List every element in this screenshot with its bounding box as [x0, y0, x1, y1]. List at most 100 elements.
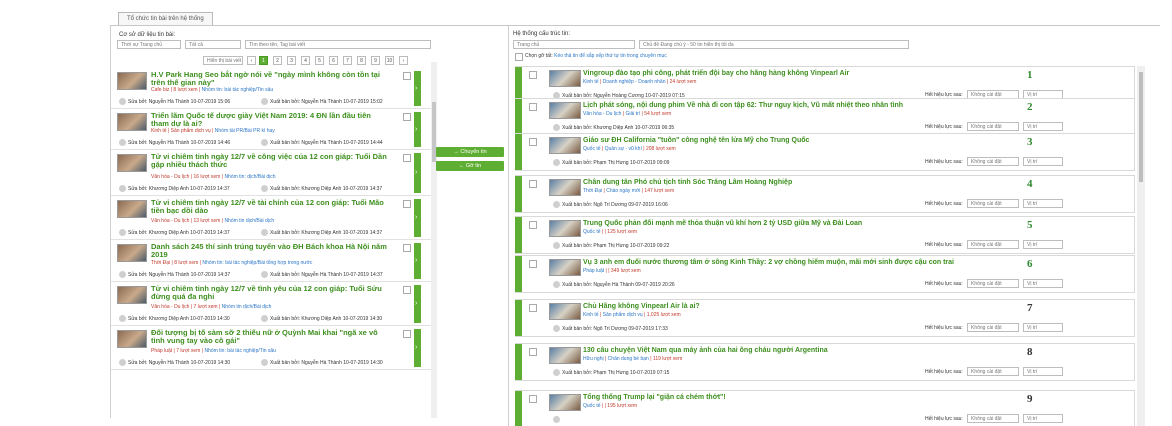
news-list-item[interactable]: Đối tượng bị tố sàm sỡ 2 thiếu nữ ở Quỳn… — [111, 326, 433, 370]
effect-select[interactable]: Không cài đặt — [967, 240, 1019, 249]
add-news-handle[interactable] — [414, 112, 421, 147]
structured-news-item[interactable]: Tổng thống Trump lại "giận cá chém thớt"… — [515, 390, 1135, 426]
drag-handle[interactable] — [515, 391, 522, 426]
select-all-checkbox[interactable] — [515, 53, 523, 61]
news-group-link[interactable]: Nhóm tài PR/Bài PR kì hay — [215, 128, 275, 134]
news-title[interactable]: Tổng thống Trump lại "giận cá chém thớt"… — [583, 394, 726, 401]
structured-news-item[interactable]: Vụ 3 anh em đuối nước thương tâm ở sông … — [515, 255, 1135, 293]
news-title[interactable]: Đối tượng bị tố sàm sỡ 2 thiếu nữ ở Quỳn… — [151, 329, 389, 345]
effect-select[interactable]: Không cài đặt — [967, 279, 1019, 288]
news-category[interactable]: Văn hóa - Du lịch — [151, 218, 189, 224]
search-input[interactable]: Tìm theo tên, Tag bài viết — [245, 40, 431, 49]
news-category[interactable]: Kinh tế — [583, 79, 599, 85]
news-list-item[interactable]: H.V Park Hang Seo bắt ngờ nói về "ngày m… — [111, 68, 433, 109]
add-news-handle[interactable] — [414, 243, 421, 279]
effect-select[interactable]: Không cài đặt — [967, 157, 1019, 166]
pager-page[interactable]: 5 — [315, 56, 324, 65]
position-select[interactable]: Vị trí — [1023, 122, 1063, 131]
news-title[interactable]: Danh sách 245 thí sinh trúng tuyển vào Đ… — [151, 243, 389, 259]
pager-prev[interactable]: ‹ — [247, 56, 256, 65]
news-list-item[interactable]: Danh sách 245 thí sinh trúng tuyển vào Đ… — [111, 240, 433, 282]
add-news-handle[interactable] — [414, 329, 421, 367]
news-group-link[interactable]: Nhóm tin: bài tác nghiệp/Tin sâu — [202, 87, 274, 93]
news-category[interactable]: Thời Đại — [583, 188, 602, 194]
news-subcategory[interactable]: Giải trí — [625, 111, 640, 117]
news-checkbox[interactable] — [529, 348, 537, 356]
position-select[interactable]: Vị trí — [1023, 157, 1063, 166]
news-group-link[interactable]: Nhóm tin: bài tác nghiệp/Tin sâu — [204, 348, 276, 354]
news-checkbox[interactable] — [403, 72, 411, 80]
structured-news-item[interactable]: Chân dung tân Phó chủ tịch tỉnh Sóc Trăn… — [515, 175, 1135, 213]
news-title[interactable]: Giáo sư ĐH California "tuôn" công nghệ t… — [583, 137, 809, 144]
pager-page[interactable]: 6 — [329, 56, 338, 65]
news-title[interactable]: Tử vi chiêm tinh ngày 12/7 về công việc … — [151, 153, 389, 169]
position-select[interactable]: Vị trí — [1023, 240, 1063, 249]
news-list-item[interactable]: Tử vi chiêm tinh ngày 12/7 về tài chính … — [111, 196, 433, 240]
effect-select[interactable]: Không cài đặt — [967, 414, 1019, 423]
right-scrollbar[interactable] — [1137, 66, 1145, 426]
news-category[interactable]: Quốc tế — [583, 403, 601, 409]
news-title[interactable]: Tử vi chiêm tinh ngày 12/7 về tình yêu c… — [151, 285, 389, 301]
position-select[interactable]: Vị trí — [1023, 367, 1063, 376]
pager-page[interactable]: 10 — [385, 56, 394, 65]
add-news-handle[interactable] — [414, 285, 421, 323]
news-category[interactable]: Quốc tế — [583, 146, 601, 152]
status-filter[interactable]: Tất cả — [185, 40, 241, 49]
drag-handle[interactable] — [515, 344, 522, 380]
structured-news-item[interactable]: Lịch phát sóng, nội dung phim Về nhà đi … — [515, 98, 1135, 136]
pager-page[interactable]: 2 — [273, 56, 282, 65]
drag-handle[interactable] — [515, 300, 522, 336]
add-news-handle[interactable] — [414, 71, 421, 106]
news-checkbox[interactable] — [529, 180, 537, 188]
news-title[interactable]: Tử vi chiêm tinh ngày 12/7 về tài chính … — [151, 199, 389, 215]
news-subcategory[interactable]: Doanh nghiệp - Doanh nhân — [603, 79, 666, 85]
news-checkbox[interactable] — [529, 221, 537, 229]
structured-news-item[interactable]: Chủ Hãng không Vinpearl Air là ai? Kinh t… — [515, 299, 1135, 337]
news-subcategory[interactable]: Quân sự - vũ khí — [605, 146, 642, 152]
drag-handle[interactable] — [515, 256, 522, 292]
news-list-item[interactable]: Triển lãm Quốc tế dược giày Việt Nam 201… — [111, 109, 433, 150]
pager-page[interactable]: 3 — [287, 56, 296, 65]
drag-handle[interactable] — [515, 99, 522, 135]
right-scrollbar-thumb[interactable] — [1139, 72, 1143, 182]
news-checkbox[interactable] — [403, 330, 411, 338]
news-subcategory[interactable]: Chào ngày mới — [606, 188, 640, 194]
news-checkbox[interactable] — [403, 286, 411, 294]
news-title[interactable]: Vụ 3 anh em đuối nước thương tâm ở sông … — [583, 259, 954, 266]
position-select[interactable]: Vị trí — [1023, 199, 1063, 208]
news-checkbox[interactable] — [403, 244, 411, 252]
news-list-item[interactable]: Tử vi chiêm tinh ngày 12/7 về tình yêu c… — [111, 282, 433, 326]
news-checkbox[interactable] — [529, 395, 537, 403]
news-title[interactable]: Chân dung tân Phó chủ tịch tỉnh Sóc Trăn… — [583, 179, 792, 186]
remove-news-button[interactable]: ← Gỡ tin — [436, 161, 504, 171]
news-title[interactable]: H.V Park Hang Seo bắt ngờ nói về "ngày m… — [151, 71, 389, 87]
news-group-link[interactable]: Nhóm tin: bài tác nghiệp/Bài tổng hợp tr… — [202, 260, 312, 266]
structured-news-item[interactable]: Trung Quốc phản đối mạnh mẽ thỏa thuận v… — [515, 216, 1135, 254]
left-scrollbar[interactable] — [431, 62, 437, 418]
move-news-button[interactable]: → Chuyển tin — [436, 147, 504, 157]
news-checkbox[interactable] — [529, 260, 537, 268]
effect-select[interactable]: Không cài đặt — [967, 323, 1019, 332]
news-title[interactable]: Vingroup đào tạo phi công, phát triển độ… — [583, 70, 849, 77]
drag-handle[interactable] — [515, 134, 522, 170]
news-category[interactable]: Thời Đại — [151, 260, 170, 266]
position-select[interactable]: Trang chủ — [513, 40, 635, 49]
category-filter[interactable]: Thời sự Trang chủ — [117, 40, 181, 49]
news-category[interactable]: Pháp luật — [151, 348, 172, 354]
news-category[interactable]: Quốc tế — [583, 229, 601, 235]
news-category[interactable]: Kinh tế — [151, 128, 167, 134]
news-checkbox[interactable] — [529, 71, 537, 79]
effect-select[interactable]: Không cài đặt — [967, 367, 1019, 376]
pager-page[interactable]: 8 — [357, 56, 366, 65]
structured-news-item[interactable]: 130 câu chuyện Việt Nam qua máy ảnh của … — [515, 343, 1135, 381]
position-select[interactable]: Vị trí — [1023, 279, 1063, 288]
news-checkbox[interactable] — [529, 304, 537, 312]
news-list-item[interactable]: Tử vi chiêm tinh ngày 12/7 về công việc … — [111, 150, 433, 196]
news-title[interactable]: Triển lãm Quốc tế dược giày Việt Nam 201… — [151, 112, 389, 128]
add-news-handle[interactable] — [414, 153, 421, 193]
position-select[interactable]: Vị trí — [1023, 323, 1063, 332]
pager-page[interactable]: 7 — [343, 56, 352, 65]
drag-handle[interactable] — [515, 217, 522, 253]
pager-page[interactable]: 4 — [301, 56, 310, 65]
effect-select[interactable]: Không cài đặt — [967, 122, 1019, 131]
